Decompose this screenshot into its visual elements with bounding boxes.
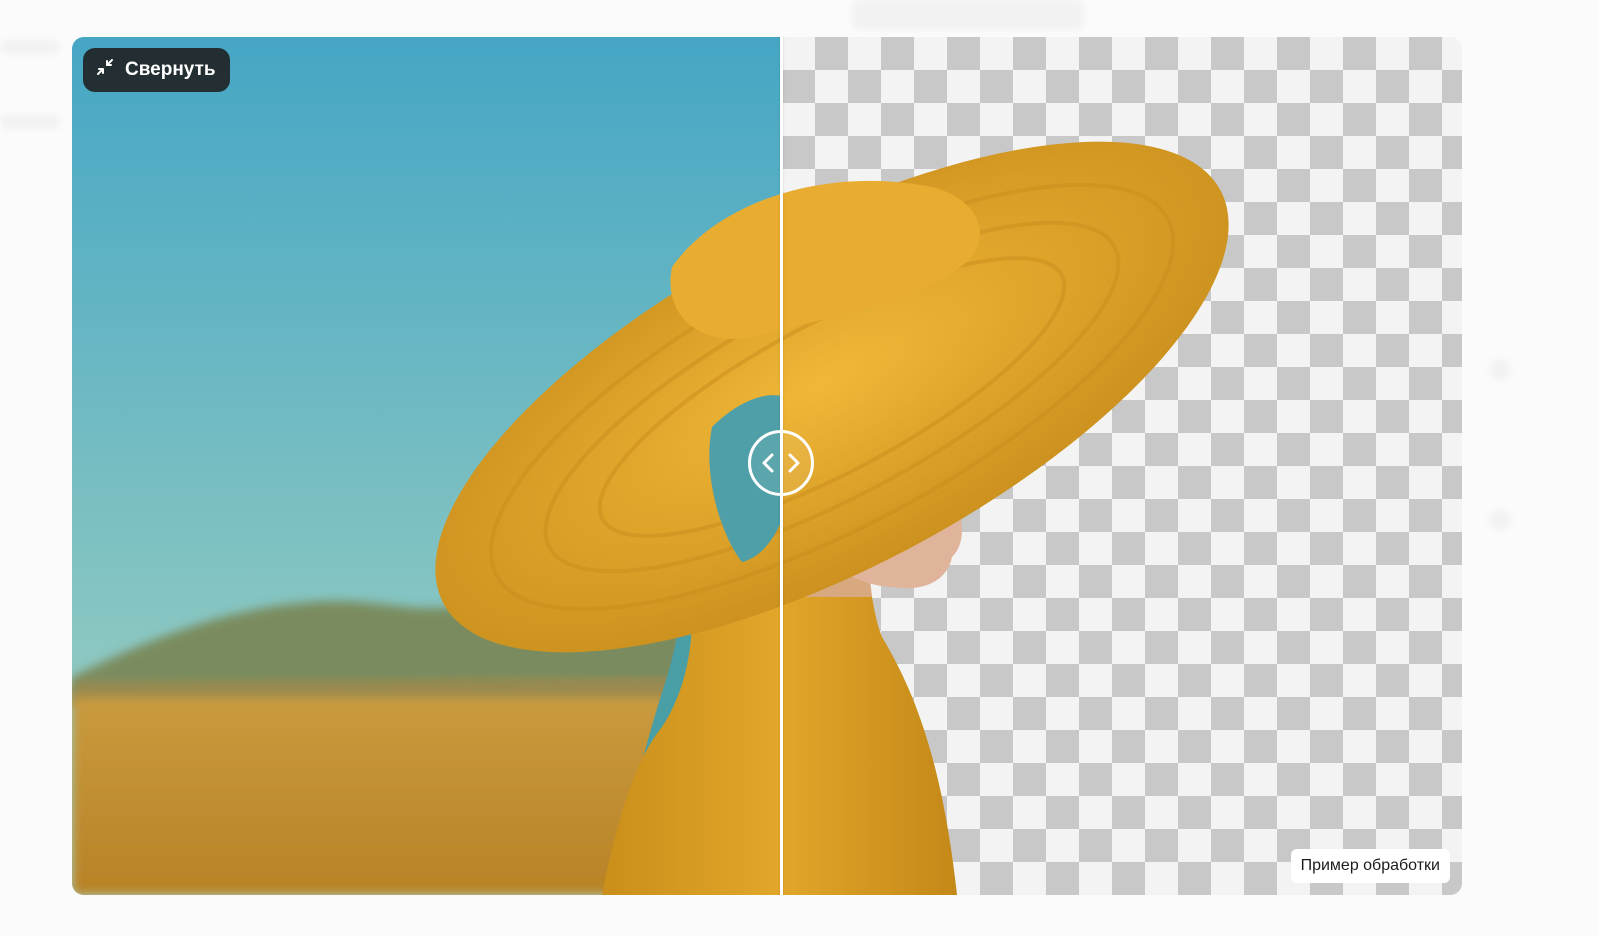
chevron-left-icon	[762, 453, 774, 473]
before-after-viewer[interactable]: Свернуть Пример обработки	[72, 37, 1462, 895]
sample-badge: Пример обработки	[1290, 849, 1450, 883]
collapse-button-label: Свернуть	[125, 59, 216, 80]
original-photo	[72, 37, 782, 895]
background-ghost-ui	[852, 0, 1084, 30]
page: Свернуть Пример обработки	[0, 0, 1598, 936]
chevron-right-icon	[788, 453, 800, 473]
background-ghost-ui	[0, 115, 60, 129]
background-ghost-ui	[0, 40, 60, 54]
background-ghost-ui	[1490, 360, 1510, 380]
background-ghost-ui	[1490, 510, 1510, 530]
before-image	[72, 37, 782, 895]
collapse-button[interactable]: Свернуть	[83, 48, 230, 92]
processed-photo	[782, 141, 1229, 895]
comparison-slider-handle[interactable]	[748, 430, 814, 496]
collapse-arrows-icon	[95, 57, 115, 83]
after-image	[782, 37, 1462, 895]
